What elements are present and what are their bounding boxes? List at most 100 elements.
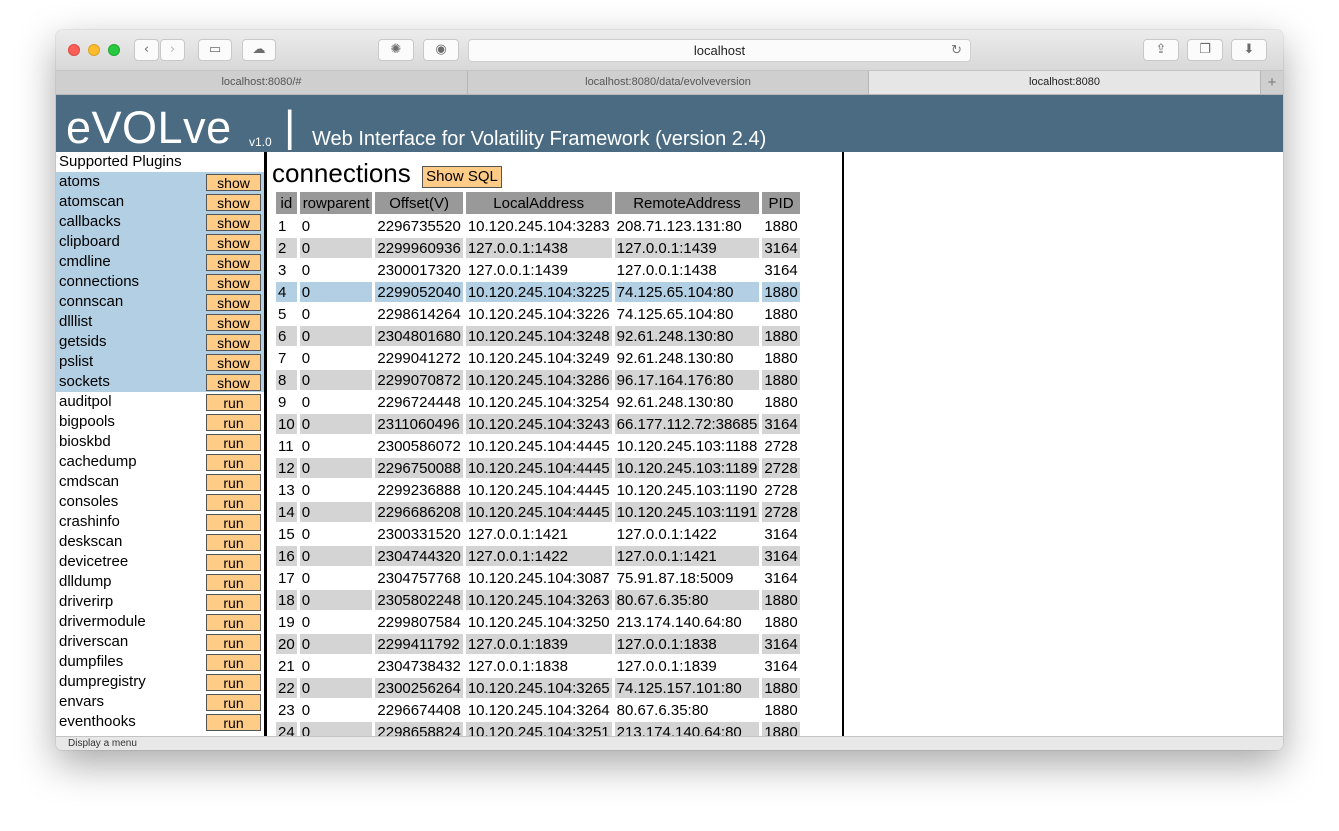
table-row[interactable]: 15 0 2300331520 127.0.0.1:1421 127.0.0.1:142… (276, 524, 800, 544)
plugin-name[interactable]: connections (56, 273, 139, 290)
table-row[interactable]: 11 0 2300586072 10.120.245.104:4445 10.120.2… (276, 436, 800, 456)
plugin-name[interactable]: eventhooks (56, 713, 136, 730)
plugin-name[interactable]: crashinfo (56, 513, 120, 530)
reload-icon[interactable]: ↻ (951, 40, 962, 61)
plugin-name[interactable]: atoms (56, 173, 100, 190)
plugin-run-button[interactable]: run (206, 514, 261, 531)
plugin-name[interactable]: clipboard (56, 233, 120, 250)
plugin-show-button[interactable]: show (206, 234, 261, 251)
table-row[interactable]: 7 0 2299041272 10.120.245.104:3249 92.61.248… (276, 348, 800, 368)
plugin-name[interactable]: pslist (56, 353, 93, 370)
plugin-run-button[interactable]: run (206, 494, 261, 511)
table-row[interactable]: 10 0 2311060496 10.120.245.104:3243 66.177.1… (276, 414, 800, 434)
plugin-show-button[interactable]: show (206, 314, 261, 331)
column-header[interactable]: id (276, 192, 297, 214)
tab-evolveversion[interactable]: localhost:8080/data/evolveversion (468, 71, 869, 94)
plugin-name[interactable]: driverscan (56, 633, 128, 650)
plugin-name[interactable]: atomscan (56, 193, 124, 210)
column-header[interactable]: LocalAddress (465, 192, 612, 214)
plugin-name[interactable]: cachedump (56, 453, 137, 470)
table-row[interactable]: 17 0 2304757768 10.120.245.104:3087 75.91.87… (276, 568, 800, 588)
table-row[interactable]: 9 0 2296724448 10.120.245.104:3254 92.61.248… (276, 392, 800, 412)
plugin-name[interactable]: dlllist (56, 313, 92, 330)
address-bar[interactable]: localhost ↻ (468, 39, 971, 62)
table-row[interactable]: 21 0 2304738432 127.0.0.1:1838 127.0.0.1:183… (276, 656, 800, 676)
plugin-name[interactable]: sockets (56, 373, 110, 390)
table-row[interactable]: 16 0 2304744320 127.0.0.1:1422 127.0.0.1:142… (276, 546, 800, 566)
share-button[interactable]: ⇪ (1143, 39, 1179, 61)
plugin-run-button[interactable]: run (206, 394, 261, 411)
plugin-name[interactable]: drivermodule (56, 613, 146, 630)
extension-button[interactable]: ✺ (378, 39, 414, 61)
plugin-run-button[interactable]: run (206, 534, 261, 551)
show-tabs-button[interactable]: ❐ (1187, 39, 1223, 61)
table-row[interactable]: 22 0 2300256264 10.120.245.104:3265 74.125.1… (276, 678, 800, 698)
plugin-name[interactable]: dumpfiles (56, 653, 123, 670)
plugin-name[interactable]: devicetree (56, 553, 128, 570)
table-row[interactable]: 3 0 2300017320 127.0.0.1:1439 127.0.0.1:1438… (276, 260, 800, 280)
plugin-show-button[interactable]: show (206, 174, 261, 191)
table-row[interactable]: 1 0 2296735520 10.120.245.104:3283 208.71.12… (276, 216, 800, 236)
plugin-name[interactable]: connscan (56, 293, 123, 310)
zoom-window-button[interactable] (108, 44, 120, 56)
plugin-name[interactable]: consoles (56, 493, 118, 510)
plugin-show-button[interactable]: show (206, 354, 261, 371)
plugin-run-button[interactable]: run (206, 594, 261, 611)
icloud-tabs-button[interactable]: ☁ (242, 39, 276, 61)
plugin-run-button[interactable]: run (206, 674, 261, 691)
column-header[interactable]: PID (762, 192, 800, 214)
plugin-name[interactable]: envars (56, 693, 104, 710)
plugin-run-button[interactable]: run (206, 654, 261, 671)
plugin-show-button[interactable]: show (206, 214, 261, 231)
plugin-run-button[interactable]: run (206, 434, 261, 451)
plugin-run-button[interactable]: run (206, 554, 261, 571)
back-button[interactable]: ‹ (134, 39, 159, 61)
table-row[interactable]: 4 0 2299052040 10.120.245.104:3225 74.125.65… (276, 282, 800, 302)
plugin-show-button[interactable]: show (206, 194, 261, 211)
plugin-show-button[interactable]: show (206, 254, 261, 271)
plugin-name[interactable]: getsids (56, 333, 107, 350)
plugin-show-button[interactable]: show (206, 294, 261, 311)
plugin-name[interactable]: auditpol (56, 393, 112, 410)
plugin-name[interactable]: cmdline (56, 253, 111, 270)
plugin-name[interactable]: deskscan (56, 533, 122, 550)
sidebar-toggle-button[interactable]: ▭ (198, 39, 232, 61)
plugin-name[interactable]: dumpregistry (56, 673, 146, 690)
table-row[interactable]: 13 0 2299236888 10.120.245.104:4445 10.120.2… (276, 480, 800, 500)
plugin-run-button[interactable]: run (206, 474, 261, 491)
plugin-name[interactable]: cmdscan (56, 473, 119, 490)
table-row[interactable]: 18 0 2305802248 10.120.245.104:3263 80.67.6.… (276, 590, 800, 610)
minimize-window-button[interactable] (88, 44, 100, 56)
table-row[interactable]: 23 0 2296674408 10.120.245.104:3264 80.67.6.… (276, 700, 800, 720)
show-sql-button[interactable]: Show SQL (422, 166, 502, 188)
column-header[interactable]: RemoteAddress (614, 192, 760, 214)
tab-localhost-hash[interactable]: localhost:8080/# (56, 71, 468, 94)
plugin-run-button[interactable]: run (206, 694, 261, 711)
plugin-name[interactable]: bioskbd (56, 433, 111, 450)
plugin-show-button[interactable]: show (206, 374, 261, 391)
plugin-name[interactable]: driverirp (56, 593, 113, 610)
plugin-show-button[interactable]: show (206, 274, 261, 291)
plugin-show-button[interactable]: show (206, 334, 261, 351)
table-row[interactable]: 6 0 2304801680 10.120.245.104:3248 92.61.248… (276, 326, 800, 346)
new-tab-button[interactable]: + (1261, 71, 1283, 94)
forward-button[interactable]: › (160, 39, 185, 61)
plugin-run-button[interactable]: run (206, 634, 261, 651)
plugin-run-button[interactable]: run (206, 614, 261, 631)
plugin-run-button[interactable]: run (206, 454, 261, 471)
table-row[interactable]: 8 0 2299070872 10.120.245.104:3286 96.17.164… (276, 370, 800, 390)
tab-localhost-8080[interactable]: localhost:8080 (869, 71, 1261, 94)
close-window-button[interactable] (68, 44, 80, 56)
table-row[interactable]: 2 0 2299960936 127.0.0.1:1438 127.0.0.1:1439… (276, 238, 800, 258)
plugin-run-button[interactable]: run (206, 574, 261, 591)
table-row[interactable]: 19 0 2299807584 10.120.245.104:3250 213.174.… (276, 612, 800, 632)
plugin-name[interactable]: dlldump (56, 573, 112, 590)
plugin-name[interactable]: callbacks (56, 213, 121, 230)
privacy-button[interactable]: ◉ (423, 39, 459, 61)
downloads-button[interactable]: ⬇ (1231, 39, 1267, 61)
column-header[interactable]: rowparent (299, 192, 373, 214)
plugin-run-button[interactable]: run (206, 414, 261, 431)
plugin-name[interactable]: bigpools (56, 413, 115, 430)
plugin-run-button[interactable]: run (206, 714, 261, 731)
table-row[interactable]: 5 0 2298614264 10.120.245.104:3226 74.125.65… (276, 304, 800, 324)
